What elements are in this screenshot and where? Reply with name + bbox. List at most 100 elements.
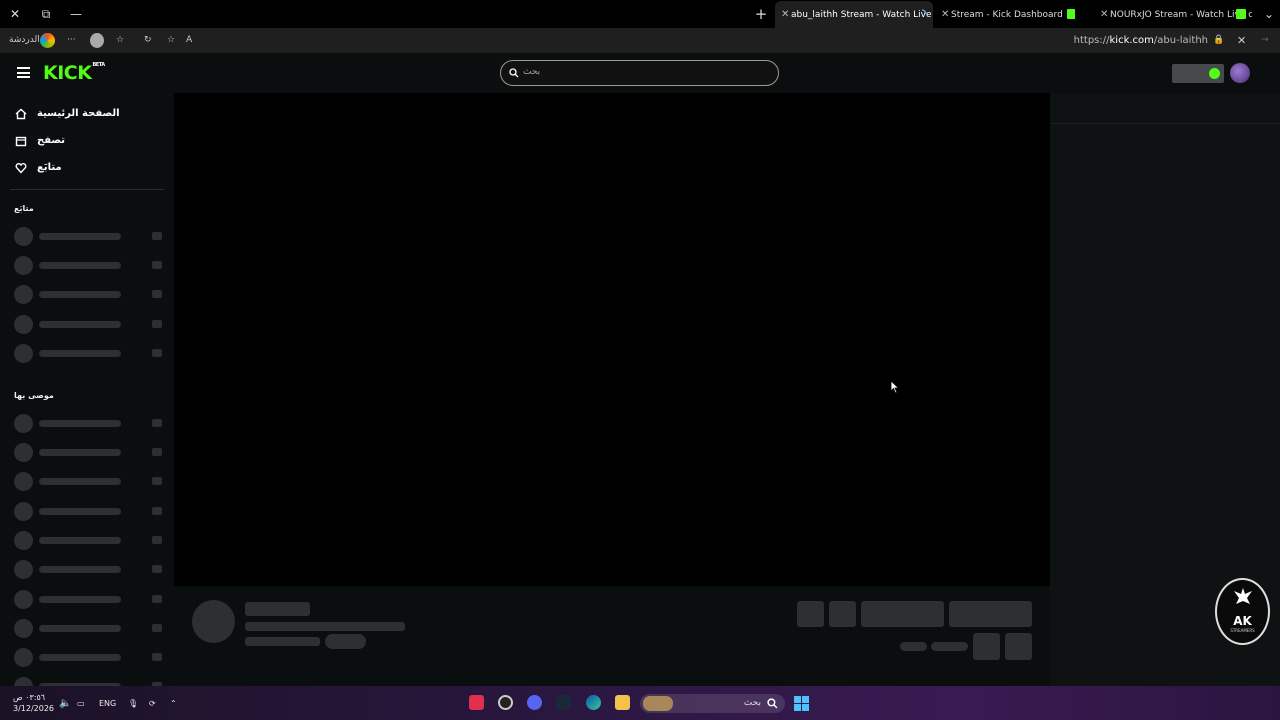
logo-text: KICK [43,62,92,84]
close-tab-icon[interactable]: ✕ [781,1,791,28]
streamer-avatar-skeleton [192,600,235,643]
add-favorite-icon[interactable]: ☆ [167,33,175,48]
account-pill[interactable] [1172,64,1224,83]
recommended-skeleton-row [14,502,162,521]
close-tab-icon[interactable]: ✕ [1100,1,1110,28]
url-field[interactable]: https://kick.com/abu-laithh [1074,33,1208,48]
taskbar-date[interactable]: 3/12/2026 [13,704,54,714]
file-explorer-icon[interactable] [615,695,630,710]
recommended-skeleton-row [14,560,162,579]
user-avatar[interactable] [1230,63,1250,83]
copilot-icon[interactable] [40,33,55,48]
edge-icon[interactable] [586,695,601,710]
forward-icon[interactable]: → [1261,33,1269,48]
beta-badge: BETA [92,62,105,68]
recommended-skeleton-row [14,472,162,491]
search-placeholder: بحث [523,67,541,77]
tag-skeleton [325,634,366,649]
kick-favicon-icon [1236,9,1246,19]
kick-badge-icon [1209,68,1220,79]
kick-logo[interactable]: KICKBETA [43,62,105,84]
new-tab-icon[interactable]: + [751,5,771,23]
top-nav: KICKBETA بحث [0,53,1280,93]
close-window-icon[interactable]: ✕ [5,5,25,23]
discord-icon[interactable] [527,695,542,710]
url-prefix: https:// [1073,35,1110,46]
emblem-subtitle: STREAMERS [1230,628,1255,633]
search-input[interactable]: بحث [500,60,779,86]
viewer-count-skeleton [900,642,927,651]
recommended-skeleton-row [14,414,162,433]
minimize-window-icon[interactable]: — [66,5,86,23]
app-icon-red[interactable] [469,695,484,710]
network-icon[interactable]: ▭ [77,699,85,709]
recommended-skeleton-row [14,648,162,667]
streamer-name-skeleton [245,602,310,616]
share-button-skeleton [973,633,1000,660]
taskbar-time[interactable]: ٠٣:٥٦ ص [13,693,45,703]
eagle-emblem-icon [1234,588,1252,604]
following-skeleton-row [14,344,162,363]
more-options-icon[interactable]: ··· [67,33,76,48]
sidebar-item-label: متابَع [37,162,62,173]
search-icon [509,68,519,78]
following-skeleton-row [14,256,162,275]
steam-icon[interactable] [556,695,571,710]
stop-loading-icon[interactable]: ✕ [1237,33,1246,48]
microphone-icon[interactable]: 🎙 [128,699,138,709]
taskbar-search-placeholder: بحث [743,698,761,708]
following-skeleton-row [14,285,162,304]
sidebar-item-label: تصفح [37,135,66,146]
video-player[interactable] [174,93,1050,586]
more-button-skeleton [1005,633,1032,660]
recommended-skeleton-row [14,619,162,638]
menu-icon[interactable] [17,67,30,78]
following-heading: متابَع [14,204,34,213]
kick-page: KICKBETA بحث الصفحة الرئيسية تصفح متابَع [0,53,1280,696]
restore-window-icon[interactable]: ⧉ [36,5,56,23]
home-icon [15,108,27,120]
language-indicator[interactable]: ENG [99,699,116,709]
loading-spinner-icon [921,9,927,15]
browser-tab-strip: ✕ ⧉ — + ✕ abu_laithh Stream - Watch Live … [0,0,1280,28]
mouse-cursor-icon [890,380,900,394]
sync-icon[interactable]: ⟳ [149,699,156,709]
site-lock-icon[interactable]: 🔒 [1213,33,1224,48]
close-tab-icon[interactable]: ✕ [941,1,951,28]
read-aloud-icon[interactable]: A [186,33,192,48]
uptime-skeleton [931,642,968,651]
tab-kick-dashboard[interactable]: ✕ Stream - Kick Dashboard [935,1,1075,28]
profile-label[interactable]: الدردشة [9,33,40,48]
sidebar: الصفحة الرئيسية تصفح متابَع متابَع موصى … [0,93,172,696]
url-path: /abu-laithh [1153,35,1208,46]
following-skeleton-row [14,315,162,334]
show-hidden-icons-icon[interactable]: ⌃ [170,699,177,709]
chat-header-divider [1050,123,1280,124]
favorites-icon[interactable]: ☆ [116,33,124,48]
profile-avatar-icon[interactable] [90,33,104,48]
address-bar-row: الدردشة ··· ☆ ↻ ☆ A https://kick.com/abu… [0,28,1280,53]
browse-icon [15,136,27,147]
heart-icon [15,163,27,174]
tab-list-chevron-icon[interactable]: ⌄ [1259,5,1279,23]
refresh-icon[interactable]: ↻ [144,33,152,48]
volume-icon[interactable]: 🔈 [59,699,71,709]
app-icon-chrome[interactable] [498,695,513,710]
search-highlight-icon [643,696,673,711]
tab-abu-laithh[interactable]: ✕ abu_laithh Stream - Watch Live on [775,1,933,28]
windows-taskbar: ٠٣:٥٦ ص 3/12/2026 🔈 ▭ ENG 🎙 ⟳ ⌃ بحث [0,686,1280,720]
tab-title: NOURxJO Stream - Watch Live on [1110,10,1252,20]
emblem-title: AK [1233,614,1252,628]
recommended-skeleton-row [14,443,162,462]
stream-title-skeleton [245,622,405,631]
recommended-skeleton-row [14,531,162,550]
follow-button-skeleton [861,601,944,627]
sidebar-item-label: الصفحة الرئيسية [37,108,120,119]
action-button-skeleton [829,601,856,627]
taskbar-search-input[interactable]: بحث [640,694,785,713]
action-button-skeleton [797,601,824,627]
search-icon [767,698,778,709]
windows-start-icon[interactable] [794,696,809,711]
streamers-emblem-logo: AK STREAMERS [1215,578,1270,645]
tab-nourxjo[interactable]: ✕ NOURxJO Stream - Watch Live on [1094,1,1252,28]
